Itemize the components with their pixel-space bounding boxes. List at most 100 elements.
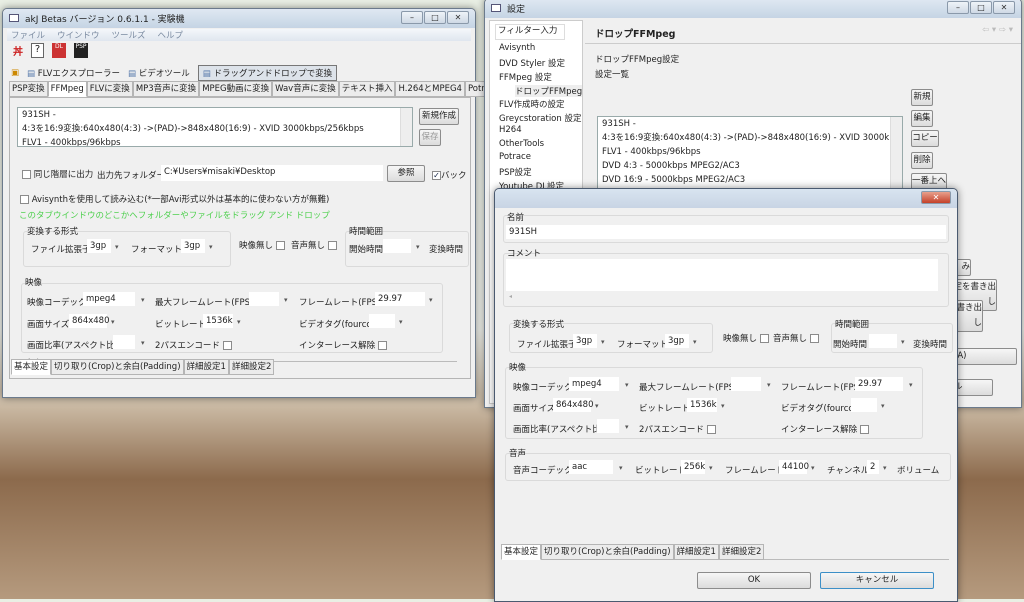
- save-button[interactable]: 保存: [419, 129, 441, 146]
- new-preset-button[interactable]: 新規作成: [419, 108, 459, 125]
- tree-item[interactable]: FLV作成時の設定: [499, 98, 565, 110]
- apply-button[interactable]: (A): [949, 348, 1017, 365]
- aspect-select[interactable]: [597, 419, 619, 433]
- chevron-down-icon[interactable]: ▾: [237, 318, 241, 326]
- minimize-button[interactable]: –: [401, 11, 423, 24]
- ext-select[interactable]: 3gp: [87, 239, 111, 253]
- maxfps-select[interactable]: [731, 377, 761, 391]
- channel-select[interactable]: 2: [867, 460, 879, 474]
- vcodec-select[interactable]: mpeg4: [569, 377, 619, 391]
- tree-item[interactable]: DVD Styler 設定: [499, 57, 565, 69]
- fps-select[interactable]: 29.97: [375, 292, 425, 306]
- tab-advanced2[interactable]: 詳細設定2: [228, 359, 275, 375]
- fourcc-select[interactable]: [851, 398, 877, 412]
- nav-video-tools[interactable]: ▤ ビデオツール: [128, 67, 190, 79]
- chevron-down-icon[interactable]: ▾: [811, 464, 815, 472]
- youtube-dl-icon[interactable]: DL: [52, 43, 66, 58]
- same-dir-checkbox[interactable]: [22, 170, 31, 179]
- tree-item[interactable]: PSP設定: [499, 166, 532, 178]
- chevron-down-icon[interactable]: ▾: [429, 296, 433, 304]
- chevron-down-icon[interactable]: ▾: [601, 338, 605, 346]
- vcodec-select[interactable]: mpeg4: [83, 292, 135, 306]
- list-item[interactable]: FLV1 - 400kbps/96kbps: [18, 136, 412, 146]
- nav-arrows[interactable]: ⇦ ▾ ⇨ ▾: [982, 25, 1013, 35]
- tree-item[interactable]: Potrace: [499, 152, 531, 162]
- tab-mp3[interactable]: MP3音声に変換: [132, 81, 200, 97]
- chevron-down-icon[interactable]: ▾: [709, 464, 713, 472]
- list-item[interactable]: 4:3を16:9変換:640x480(4:3) ->(PAD)->848x480…: [18, 122, 412, 136]
- close-button[interactable]: ✕: [921, 191, 951, 204]
- chevron-down-icon[interactable]: ▾: [909, 381, 913, 389]
- tab-h264[interactable]: H.264とMPEG4: [395, 81, 465, 97]
- size-select[interactable]: 864x480: [553, 398, 593, 412]
- chevron-down-icon[interactable]: ▾: [883, 464, 887, 472]
- chevron-down-icon[interactable]: ▾: [115, 243, 119, 251]
- tab-mpeg[interactable]: MPEG動画に変換: [199, 81, 273, 97]
- chevron-down-icon[interactable]: ▾: [209, 243, 213, 251]
- fourcc-select[interactable]: [369, 314, 395, 328]
- minimize-button[interactable]: –: [947, 1, 969, 14]
- cancel-button[interactable]: キャンセル: [820, 572, 934, 589]
- chevron-down-icon[interactable]: ▾: [767, 381, 771, 389]
- chevron-down-icon[interactable]: ▾: [625, 381, 629, 389]
- ext-select[interactable]: 3gp: [573, 334, 597, 348]
- tree-item[interactable]: OtherTools: [499, 139, 544, 149]
- tab-advanced1[interactable]: 詳細設定1: [673, 544, 719, 560]
- maxfps-select[interactable]: [249, 292, 279, 306]
- chevron-down-icon[interactable]: ▾: [619, 464, 623, 472]
- maximize-button[interactable]: □: [424, 11, 446, 24]
- tab-psp[interactable]: PSP変換: [9, 81, 48, 97]
- nav-flv-explorer[interactable]: ▤ FLVエクスプローラー: [27, 67, 120, 79]
- chevron-down-icon[interactable]: ▾: [693, 338, 697, 346]
- chevron-down-icon[interactable]: ▾: [625, 423, 629, 431]
- menu-tools[interactable]: ツールズ: [112, 29, 146, 41]
- back-checkbox[interactable]: ✓: [432, 171, 441, 180]
- bitrate-select[interactable]: 1536k: [203, 314, 233, 328]
- list-item[interactable]: 4:3を16:9変換:640x480(4:3) ->(PAD)->848x480…: [598, 131, 902, 145]
- chevron-down-icon[interactable]: ▾: [881, 402, 885, 410]
- avisynth-checkbox[interactable]: [20, 195, 29, 204]
- settings-title-bar[interactable]: 設定 – □ ✕: [485, 0, 1021, 18]
- delete-button[interactable]: 削除: [911, 152, 933, 169]
- nav-drag-drop[interactable]: ▤ ドラッグアンドドロップで変換: [197, 65, 338, 81]
- menu-file[interactable]: ファイル: [11, 29, 45, 41]
- deint-checkbox[interactable]: [860, 425, 870, 434]
- twopass-checkbox[interactable]: [706, 425, 716, 434]
- list-item[interactable]: DVD 16:9 - 5000kbps MPEG2/AC3: [598, 173, 902, 187]
- scrollbar[interactable]: ◂: [509, 293, 512, 300]
- no-video-checkbox[interactable]: [276, 241, 286, 250]
- chevron-down-icon[interactable]: ▾: [284, 296, 288, 304]
- chevron-down-icon[interactable]: ▾: [141, 296, 145, 304]
- tab-ffmpeg[interactable]: FFMpeg: [47, 81, 87, 97]
- filter-input[interactable]: フィルター入力: [495, 24, 565, 40]
- acodec-select[interactable]: aac: [569, 460, 613, 474]
- chevron-down-icon[interactable]: ▾: [416, 243, 420, 251]
- list-item[interactable]: 931SH -: [598, 117, 902, 131]
- tab-basic[interactable]: 基本設定: [11, 359, 52, 375]
- tree-item-selected[interactable]: ドロップFFMpeg: [515, 85, 583, 97]
- copy-button[interactable]: コピー: [911, 130, 939, 147]
- no-video-checkbox[interactable]: [760, 334, 770, 343]
- maximize-button[interactable]: □: [970, 1, 992, 14]
- scrollbar[interactable]: [890, 117, 902, 195]
- tab-crop[interactable]: 切り取り(Crop)と余白(Padding): [541, 544, 674, 560]
- chevron-down-icon[interactable]: ▾: [901, 338, 905, 346]
- main-title-bar[interactable]: akJ Betas バージョン 0.6.1.1 - 実験機 – □ ✕: [3, 9, 475, 28]
- settings-preset-list[interactable]: 931SH -4:3を16:9変換:640x480(4:3) ->(PAD)->…: [597, 116, 903, 196]
- tree-item[interactable]: Greycstoration 設定: [499, 112, 581, 124]
- close-button[interactable]: ✕: [993, 1, 1015, 14]
- no-audio-checkbox[interactable]: [810, 334, 820, 343]
- aspect-select[interactable]: [113, 335, 135, 349]
- fmt-select[interactable]: 3gp: [665, 334, 689, 348]
- tab-crop[interactable]: 切り取り(Crop)と余白(Padding): [51, 359, 184, 375]
- tab-advanced2[interactable]: 詳細設定2: [718, 544, 765, 560]
- ok-button[interactable]: OK: [697, 572, 811, 589]
- no-audio-checkbox[interactable]: [328, 241, 338, 250]
- tab-flv[interactable]: FLVに変換: [86, 81, 133, 97]
- psp-icon[interactable]: PSP: [74, 43, 88, 58]
- tab-basic[interactable]: 基本設定: [501, 544, 542, 560]
- list-item[interactable]: DVD 4:3 - 5000kbps MPEG2/AC3: [598, 159, 902, 173]
- browse-button[interactable]: 参照: [387, 165, 425, 182]
- dialog-title-bar[interactable]: ✕: [495, 189, 957, 208]
- bitrate-select[interactable]: 1536k: [687, 398, 717, 412]
